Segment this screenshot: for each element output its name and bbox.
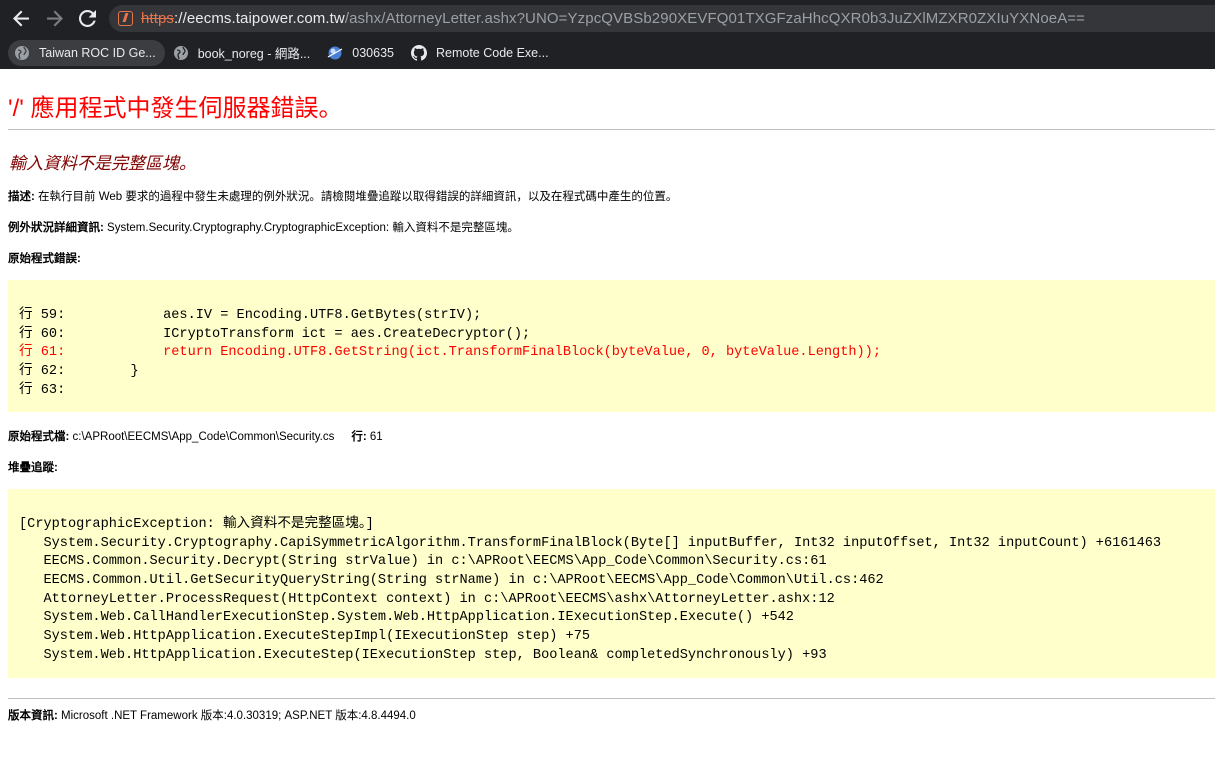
bookmark-item[interactable]: 030635 [321,40,403,66]
line-label: 行: [351,431,367,443]
forward-button[interactable] [39,3,69,33]
bookmark-label: Taiwan ROC ID Ge... [39,45,156,60]
version-text: Microsoft .NET Framework 版本:4.0.30319; A… [57,710,416,722]
bookmark-item[interactable]: Remote Code Exe... [405,40,558,66]
url-text[interactable]: https://eecms.taipower.com.tw/ashx/Attor… [141,10,1085,27]
error-message: 輸入資料不是完整區塊。 [9,154,196,173]
globe-icon [14,45,30,61]
source-line: 行 63: [19,382,66,398]
reload-icon [78,9,96,27]
source-line-highlighted: 行 61: return Encoding.UTF8.GetString(ict… [19,345,881,361]
url-separator: :// [174,10,187,27]
description-text: 在執行目前 Web 要求的過程中發生未處理的例外狀況。請檢閱堆疊追蹤以取得錯誤的… [34,191,678,203]
bookmark-label: Remote Code Exe... [435,45,549,60]
reload-button[interactable] [72,3,102,33]
app-icon [327,45,343,61]
stack-trace-block: [CryptographicException: 輸入資料不是完整區塊。] Sy… [8,489,1215,678]
bookmarks-bar: Taiwan ROC ID Ge... book_noreg - 網路... 0… [0,36,1215,69]
globe-icon [173,45,189,61]
exception-paragraph: 例外狀況詳細資訊: System.Security.Cryptography.C… [8,219,519,235]
bookmark-item[interactable]: Taiwan ROC ID Ge... [8,39,165,66]
not-secure-icon[interactable] [118,11,133,26]
back-arrow-icon [12,10,29,26]
url-path: /ashx/AttorneyLetter.ashx?UNO=YzpcQVBSb2… [344,10,1086,27]
version-info: 版本資訊: Microsoft .NET Framework 版本:4.0.30… [8,707,416,723]
stack-line: System.Security.Cryptography.CapiSymmetr… [19,535,1162,551]
version-label: 版本資訊: [8,710,58,722]
divider [8,698,1215,699]
description-paragraph: 描述: 在執行目前 Web 要求的過程中發生未處理的例外狀況。請檢閱堆疊追蹤以取… [8,188,677,204]
source-line: 行 62: } [19,364,139,380]
stack-line: System.Web.HttpApplication.ExecuteStepIm… [19,629,591,645]
line-value: 61 [366,431,383,443]
stack-line: [CryptographicException: 輸入資料不是完整區塊。] [19,517,374,532]
url-host: eecms.taipower.com.tw [186,10,345,27]
exception-label: 例外狀況詳細資訊: [8,222,104,234]
stack-line: System.Web.CallHandlerExecutionStep.Syst… [19,610,794,626]
forward-arrow-icon [46,10,63,26]
source-file-paragraph: 原始程式檔: c:\APRoot\EECMS\App_Code\Common\S… [8,428,383,444]
url-scheme: https [141,10,175,27]
stack-line: System.Web.HttpApplication.ExecuteStep(I… [19,647,827,663]
source-line: 行 59: aes.IV = Encoding.UTF8.GetBytes(st… [19,308,482,323]
source-error-label: 原始程式錯誤: [8,253,81,265]
navigation-bar: https://eecms.taipower.com.tw/ashx/Attor… [0,0,1215,36]
address-bar[interactable]: https://eecms.taipower.com.tw/ashx/Attor… [109,5,1215,32]
source-code-block: 行 59: aes.IV = Encoding.UTF8.GetBytes(st… [8,280,1215,412]
description-label: 描述: [8,191,35,203]
source-line: 行 60: ICryptoTransform ict = aes.CreateD… [19,326,531,342]
stack-line: EECMS.Common.Util.GetSecurityQueryString… [19,573,884,589]
stack-trace-heading: 堆疊追蹤: [8,459,58,475]
source-file-path: c:\APRoot\EECMS\App_Code\Common\Security… [69,431,335,443]
source-error-heading: 原始程式錯誤: [8,250,81,266]
exception-text: System.Security.Cryptography.Cryptograph… [103,222,519,234]
stack-trace-label: 堆疊追蹤: [8,462,58,474]
stack-line: AttorneyLetter.ProcessRequest(HttpContex… [19,591,835,607]
browser-chrome: https://eecms.taipower.com.tw/ashx/Attor… [0,0,1215,69]
stack-line: EECMS.Common.Security.Decrypt(String str… [19,554,827,570]
github-icon [410,44,427,61]
source-file-label: 原始程式檔: [8,431,70,443]
bookmark-label: book_noreg - 網路... [197,47,311,61]
page-title: '/' 應用程式中發生伺服器錯誤。 [8,95,343,122]
divider [8,129,1215,130]
back-button[interactable] [6,3,36,33]
bookmark-item[interactable]: book_noreg - 網路... [167,40,320,66]
bookmark-label: 030635 [352,45,394,60]
